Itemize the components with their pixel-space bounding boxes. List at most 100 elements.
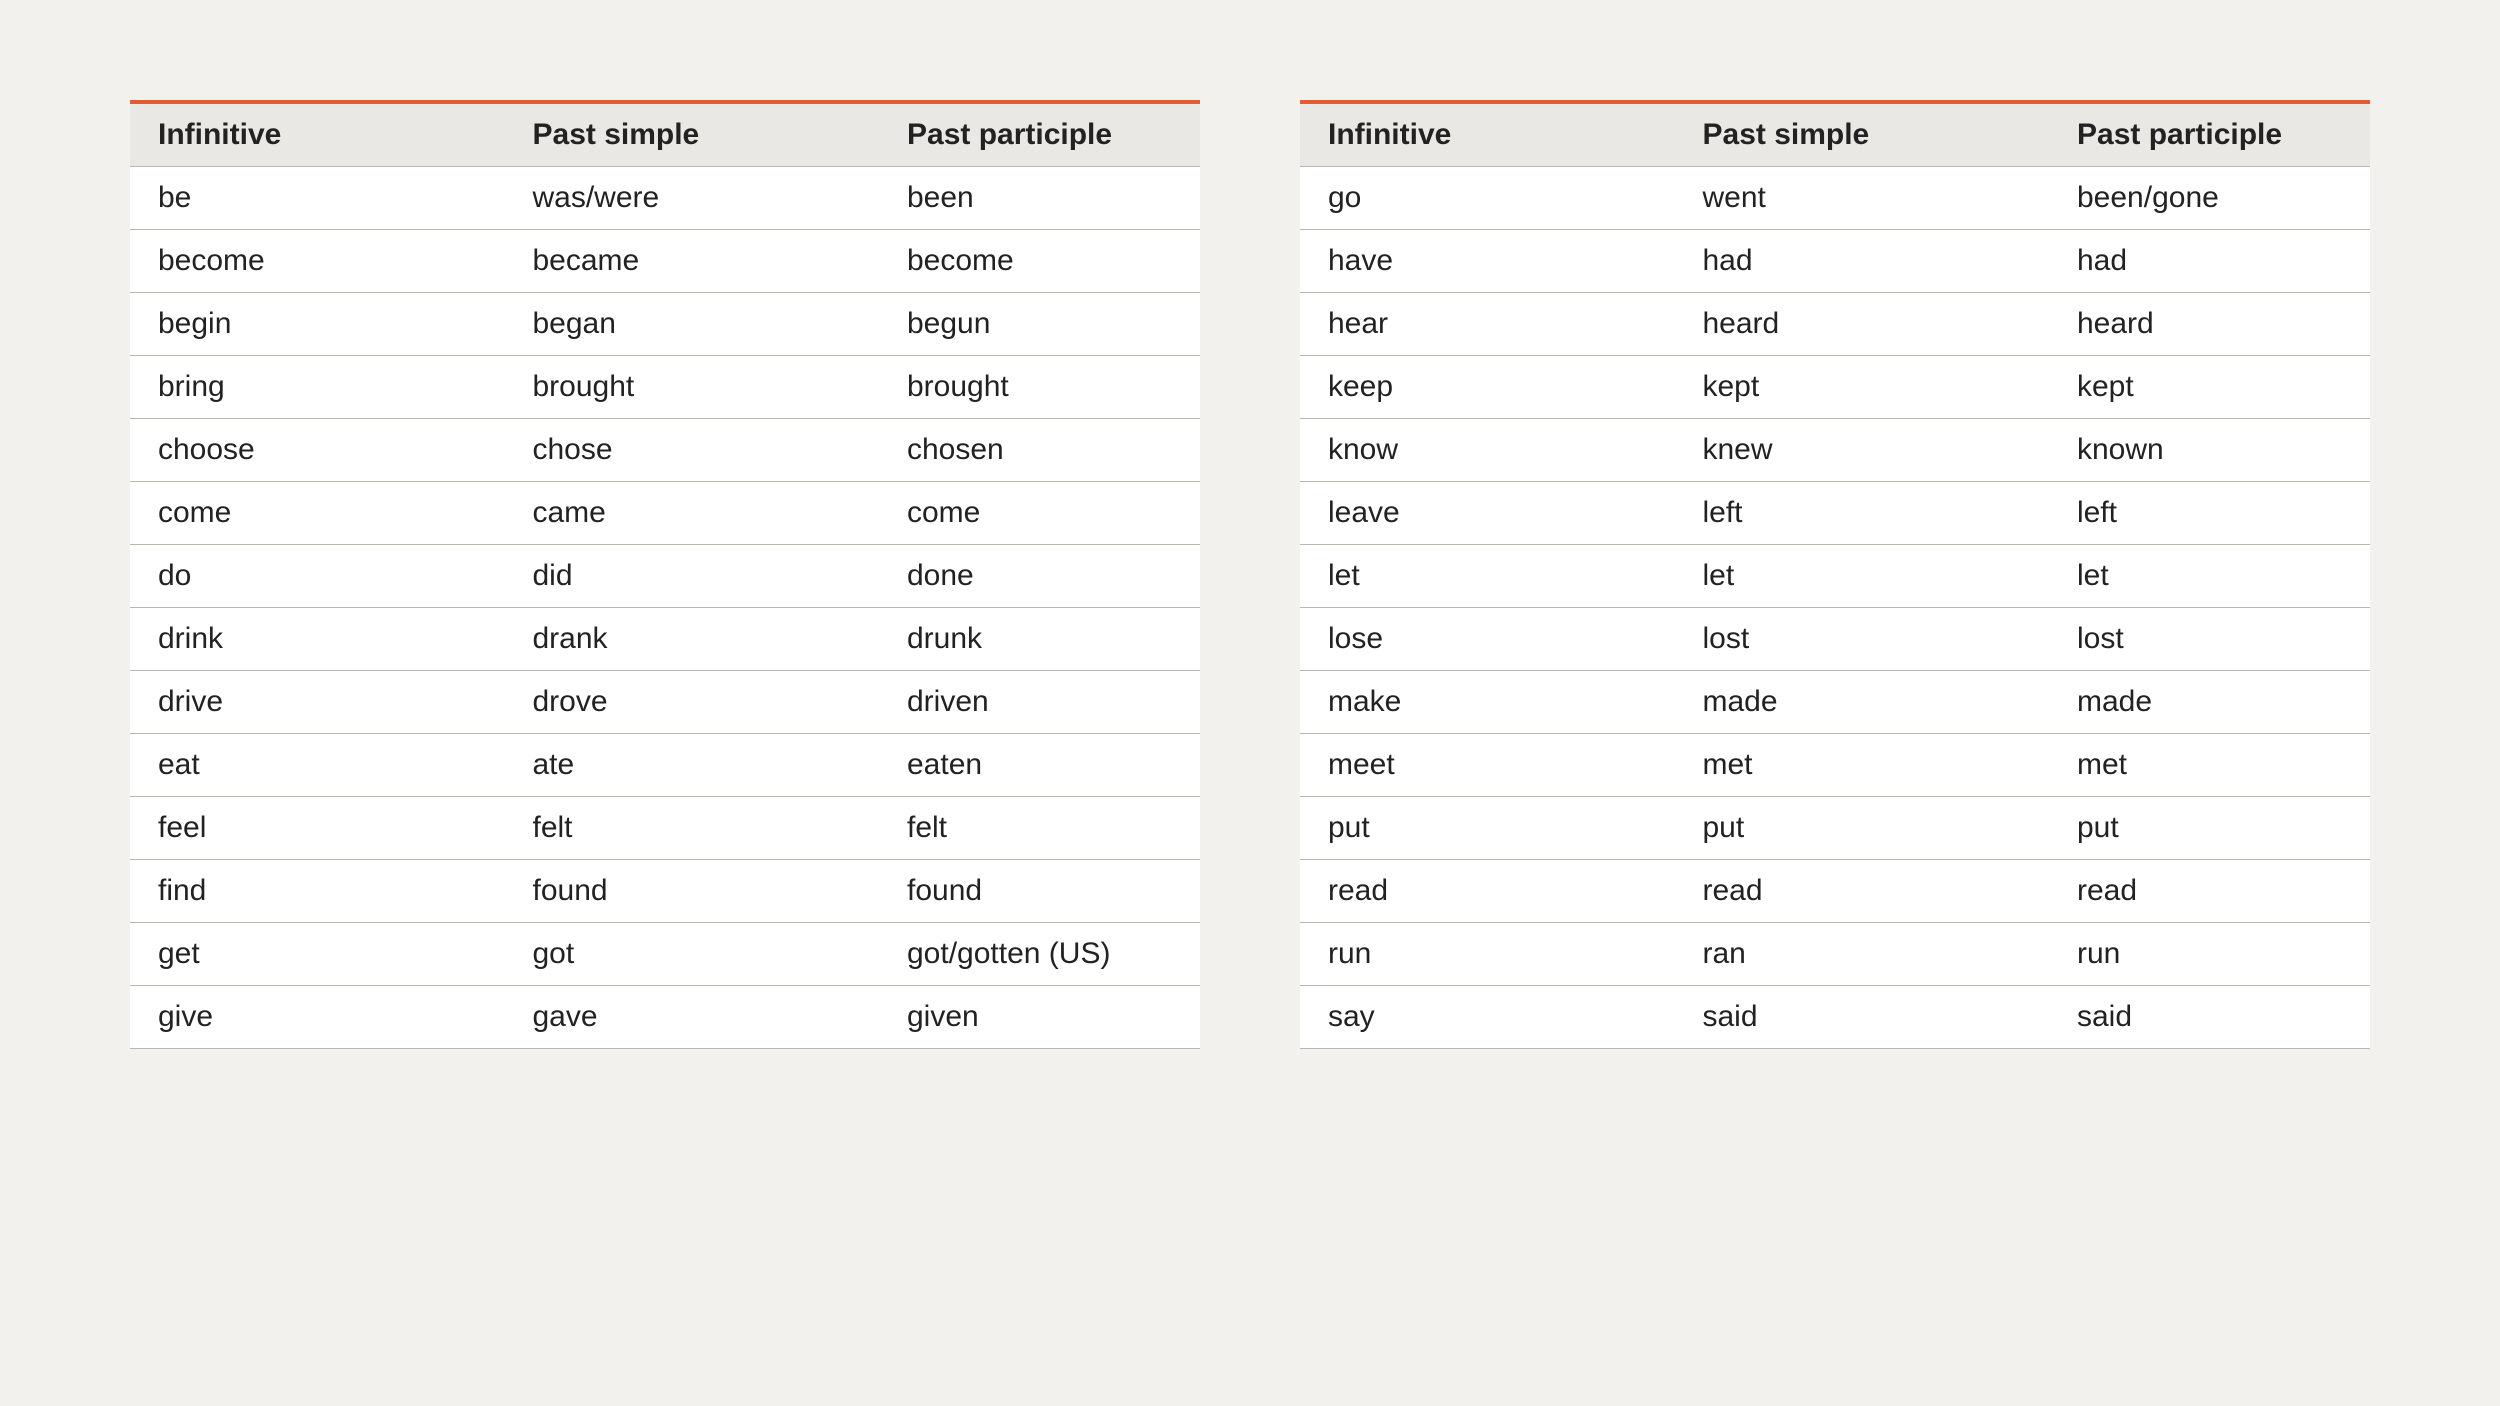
cell: met bbox=[2049, 734, 2370, 797]
cell: run bbox=[1300, 923, 1675, 986]
cell: run bbox=[2049, 923, 2370, 986]
cell: began bbox=[505, 293, 880, 356]
cell: left bbox=[2049, 482, 2370, 545]
cell: know bbox=[1300, 419, 1675, 482]
cell: read bbox=[1675, 860, 2050, 923]
table-row: eatateeaten bbox=[130, 734, 1200, 797]
cell: drive bbox=[130, 671, 505, 734]
table-row: drinkdrankdrunk bbox=[130, 608, 1200, 671]
cell: lose bbox=[1300, 608, 1675, 671]
cell: give bbox=[130, 986, 505, 1049]
cell: made bbox=[2049, 671, 2370, 734]
cell: kept bbox=[2049, 356, 2370, 419]
cell: got/gotten (US) bbox=[879, 923, 1200, 986]
cell: meet bbox=[1300, 734, 1675, 797]
tables-container: Infinitive Past simple Past participle b… bbox=[130, 100, 2370, 1049]
table-row: loselostlost bbox=[1300, 608, 2370, 671]
table-row: leaveleftleft bbox=[1300, 482, 2370, 545]
cell: knew bbox=[1675, 419, 2050, 482]
cell: known bbox=[2049, 419, 2370, 482]
cell: gave bbox=[505, 986, 880, 1049]
cell: choose bbox=[130, 419, 505, 482]
table-row: makemademade bbox=[1300, 671, 2370, 734]
cell: left bbox=[1675, 482, 2050, 545]
cell: became bbox=[505, 230, 880, 293]
table-row: becomebecamebecome bbox=[130, 230, 1200, 293]
table-row: knowknewknown bbox=[1300, 419, 2370, 482]
cell: begin bbox=[130, 293, 505, 356]
cell: feel bbox=[130, 797, 505, 860]
cell: go bbox=[1300, 167, 1675, 230]
col-past-participle: Past participle bbox=[2049, 102, 2370, 167]
cell: heard bbox=[1675, 293, 2050, 356]
cell: felt bbox=[879, 797, 1200, 860]
table-row: feelfeltfelt bbox=[130, 797, 1200, 860]
col-infinitive: Infinitive bbox=[130, 102, 505, 167]
table-row: beginbeganbegun bbox=[130, 293, 1200, 356]
cell: met bbox=[1675, 734, 2050, 797]
cell: done bbox=[879, 545, 1200, 608]
table-row: gowentbeen/gone bbox=[1300, 167, 2370, 230]
cell: make bbox=[1300, 671, 1675, 734]
cell: made bbox=[1675, 671, 2050, 734]
cell: eaten bbox=[879, 734, 1200, 797]
table-row: runranrun bbox=[1300, 923, 2370, 986]
cell: put bbox=[1300, 797, 1675, 860]
cell: let bbox=[1300, 545, 1675, 608]
cell: ate bbox=[505, 734, 880, 797]
col-infinitive: Infinitive bbox=[1300, 102, 1675, 167]
cell: felt bbox=[505, 797, 880, 860]
cell: driven bbox=[879, 671, 1200, 734]
cell: put bbox=[2049, 797, 2370, 860]
table-row: readreadread bbox=[1300, 860, 2370, 923]
cell: become bbox=[130, 230, 505, 293]
cell: bring bbox=[130, 356, 505, 419]
cell: brought bbox=[505, 356, 880, 419]
cell: found bbox=[879, 860, 1200, 923]
cell: got bbox=[505, 923, 880, 986]
table-row: findfoundfound bbox=[130, 860, 1200, 923]
col-past-simple: Past simple bbox=[1675, 102, 2050, 167]
table-row: bringbroughtbrought bbox=[130, 356, 1200, 419]
cell: read bbox=[2049, 860, 2370, 923]
cell: put bbox=[1675, 797, 2050, 860]
col-past-simple: Past simple bbox=[505, 102, 880, 167]
cell: come bbox=[879, 482, 1200, 545]
cell: did bbox=[505, 545, 880, 608]
table-row: letletlet bbox=[1300, 545, 2370, 608]
table-row: getgotgot/gotten (US) bbox=[130, 923, 1200, 986]
cell: keep bbox=[1300, 356, 1675, 419]
table-row: choosechosechosen bbox=[130, 419, 1200, 482]
cell: went bbox=[1675, 167, 2050, 230]
cell: lost bbox=[1675, 608, 2050, 671]
cell: get bbox=[130, 923, 505, 986]
cell: kept bbox=[1675, 356, 2050, 419]
cell: let bbox=[1675, 545, 2050, 608]
cell: given bbox=[879, 986, 1200, 1049]
table-row: bewas/werebeen bbox=[130, 167, 1200, 230]
table-row: saysaidsaid bbox=[1300, 986, 2370, 1049]
table-header-row: Infinitive Past simple Past participle bbox=[1300, 102, 2370, 167]
cell: had bbox=[2049, 230, 2370, 293]
table-row: dodiddone bbox=[130, 545, 1200, 608]
cell: said bbox=[2049, 986, 2370, 1049]
cell: begun bbox=[879, 293, 1200, 356]
cell: be bbox=[130, 167, 505, 230]
table-row: meetmetmet bbox=[1300, 734, 2370, 797]
col-past-participle: Past participle bbox=[879, 102, 1200, 167]
cell: do bbox=[130, 545, 505, 608]
table-header-row: Infinitive Past simple Past participle bbox=[130, 102, 1200, 167]
cell: lost bbox=[2049, 608, 2370, 671]
cell: become bbox=[879, 230, 1200, 293]
cell: been/gone bbox=[2049, 167, 2370, 230]
table-row: drivedrovedriven bbox=[130, 671, 1200, 734]
table-body-left: bewas/werebeenbecomebecamebecomebeginbeg… bbox=[130, 167, 1200, 1049]
table-body-right: gowentbeen/gonehavehadhadhearheardheardk… bbox=[1300, 167, 2370, 1049]
cell: hear bbox=[1300, 293, 1675, 356]
cell: let bbox=[2049, 545, 2370, 608]
table-row: givegavegiven bbox=[130, 986, 1200, 1049]
cell: leave bbox=[1300, 482, 1675, 545]
table-row: hearheardheard bbox=[1300, 293, 2370, 356]
table-row: havehadhad bbox=[1300, 230, 2370, 293]
cell: said bbox=[1675, 986, 2050, 1049]
